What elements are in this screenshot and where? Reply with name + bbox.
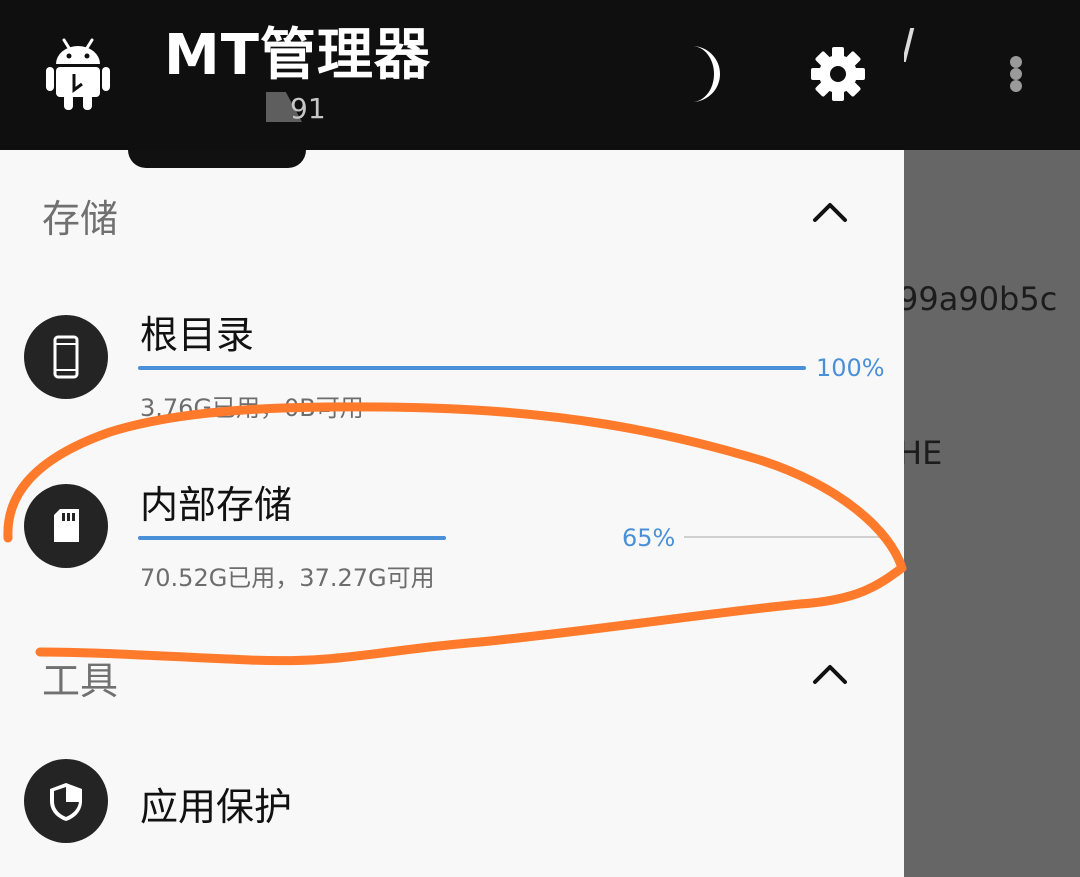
storage-internal-progress-bar	[138, 536, 880, 540]
drawer-header: MT管理器 91	[0, 0, 904, 150]
background-filename-2: HE	[904, 434, 943, 472]
background-toolbar-fragment	[904, 28, 914, 68]
background-filename-1: 99a90b5c	[904, 280, 1058, 318]
progress-fill	[138, 366, 806, 370]
navigation-drawer: MT管理器 91 存储 根目录 100% 3.76G已用，0B可用 内部存储 6…	[0, 0, 904, 877]
storage-item-internal-title[interactable]: 内部存储	[140, 474, 292, 529]
storage-internal-usage: 70.52G已用，37.27G可用	[140, 564, 435, 592]
camera-notch	[128, 150, 306, 168]
storage-item-root-title[interactable]: 根目录	[140, 304, 254, 359]
progress-fill	[138, 536, 446, 540]
gear-icon[interactable]	[808, 44, 868, 104]
section-storage-label: 存储	[42, 197, 119, 241]
sd-card-icon	[24, 484, 108, 568]
background-toolbar	[904, 0, 1080, 150]
chevron-up-icon[interactable]	[810, 198, 850, 224]
storage-root-progress-bar	[138, 366, 806, 370]
storage-internal-percent: 65%	[622, 524, 676, 552]
phone-icon	[24, 315, 108, 399]
tools-item-app-protect-title[interactable]: 应用保护	[140, 776, 292, 831]
storage-root-usage: 3.76G已用，0B可用	[140, 394, 364, 422]
app-title: MT管理器	[164, 23, 431, 88]
moon-icon[interactable]	[682, 44, 728, 104]
chevron-up-icon[interactable]	[810, 660, 850, 686]
storage-root-percent: 100%	[816, 354, 885, 382]
background-content: 99a90b5c HE	[904, 0, 1080, 877]
shield-icon	[24, 759, 108, 843]
more-options-icon[interactable]	[1004, 50, 1028, 98]
android-icon	[46, 38, 110, 110]
section-tools-label: 工具	[42, 659, 119, 703]
progress-track	[684, 536, 880, 538]
app-version: 91	[290, 92, 326, 125]
